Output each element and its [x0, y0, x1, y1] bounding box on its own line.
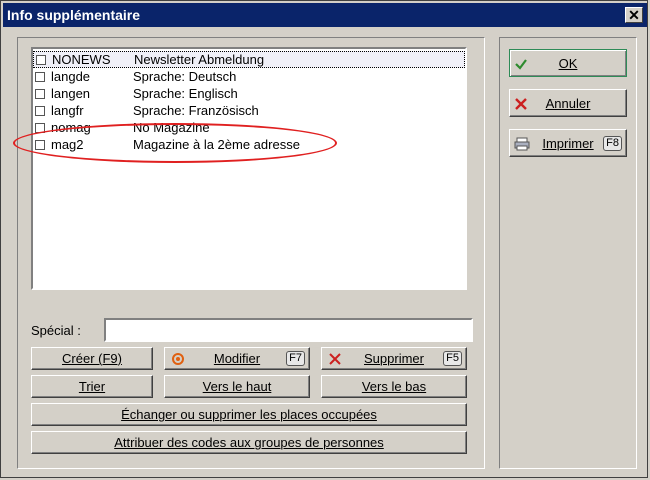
move-down-button-label: Vers le bas — [361, 379, 427, 394]
item-description: Magazine à la 2ème adresse — [133, 137, 300, 152]
ok-button[interactable]: OK — [509, 49, 627, 77]
sort-button[interactable]: Trier — [31, 375, 153, 398]
exchange-button[interactable]: Échanger ou supprimer les places occupée… — [31, 403, 467, 426]
modify-button[interactable]: Modifier F7 — [164, 347, 310, 370]
item-checkbox[interactable] — [35, 88, 45, 99]
delete-button[interactable]: Supprimer F5 — [321, 347, 467, 370]
close-icon: ✕ — [628, 7, 640, 23]
modify-circle-icon — [172, 353, 184, 365]
item-code: NONEWS — [52, 52, 111, 67]
window-title: Info supplémentaire — [7, 7, 141, 23]
item-description: Sprache: Englisch — [133, 86, 238, 101]
delete-button-label: Supprimer — [364, 351, 424, 366]
list-item[interactable]: nomag No Magazine — [33, 119, 465, 136]
item-description: Newsletter Abmeldung — [134, 52, 265, 67]
red-x-icon — [515, 98, 527, 110]
cancel-button-label: Annuler — [545, 95, 591, 111]
print-button[interactable]: Imprimer F8 — [509, 129, 627, 157]
ok-button-label: OK — [558, 55, 578, 71]
checkmark-icon — [515, 59, 527, 70]
list-item[interactable]: NONEWS Newsletter Abmeldung — [33, 51, 465, 68]
create-button-label: Créer (F9) — [62, 351, 122, 366]
assign-codes-button-label: Attribuer des codes aux groupes de perso… — [114, 435, 384, 450]
move-up-button[interactable]: Vers le haut — [164, 375, 310, 398]
printer-icon — [514, 137, 530, 151]
modify-button-label: Modifier — [213, 351, 261, 366]
item-checkbox[interactable] — [35, 139, 45, 150]
special-input[interactable] — [104, 318, 473, 342]
sort-button-label: Trier — [78, 379, 106, 394]
item-description: Sprache: Deutsch — [133, 69, 237, 84]
create-button[interactable]: Créer (F9) — [31, 347, 153, 370]
delete-shortcut-badge: F5 — [443, 351, 462, 366]
item-code: langfr — [51, 103, 84, 118]
item-checkbox[interactable] — [35, 105, 45, 116]
item-code: langde — [51, 69, 91, 84]
item-code: mag2 — [51, 137, 84, 152]
move-up-button-label: Vers le haut — [202, 379, 272, 394]
item-checkbox[interactable] — [36, 54, 46, 65]
cancel-button[interactable]: Annuler — [509, 89, 627, 117]
item-checkbox[interactable] — [35, 122, 45, 133]
list-item[interactable]: langfr Sprache: Französisch — [33, 102, 465, 119]
item-checkbox[interactable] — [35, 71, 45, 82]
item-description: No Magazine — [133, 120, 210, 135]
list-item[interactable]: langde Sprache: Deutsch — [33, 68, 465, 85]
list-item[interactable]: mag2 Magazine à la 2ème adresse — [33, 136, 465, 153]
item-code: nomag — [51, 120, 91, 135]
code-listbox[interactable]: NONEWS Newsletter Abmeldung langde Sprac… — [31, 47, 467, 290]
dialog-window: Info supplémentaire ✕ NONEWS Newsletter … — [0, 0, 648, 478]
exchange-button-label: Échanger ou supprimer les places occupée… — [121, 407, 377, 422]
item-description: Sprache: Französisch — [133, 103, 259, 118]
title-bar[interactable]: Info supplémentaire ✕ — [3, 3, 647, 27]
print-button-label: Imprimer — [542, 135, 594, 151]
item-code: langen — [51, 86, 91, 101]
assign-codes-button[interactable]: Attribuer des codes aux groupes de perso… — [31, 431, 467, 454]
list-item[interactable]: langen Sprache: Englisch — [33, 85, 465, 102]
print-shortcut-badge: F8 — [603, 136, 622, 151]
close-button[interactable]: ✕ — [625, 7, 643, 23]
delete-x-icon — [329, 353, 341, 365]
move-down-button[interactable]: Vers le bas — [321, 375, 467, 398]
modify-shortcut-badge: F7 — [286, 351, 305, 366]
special-label: Spécial : — [31, 323, 81, 338]
